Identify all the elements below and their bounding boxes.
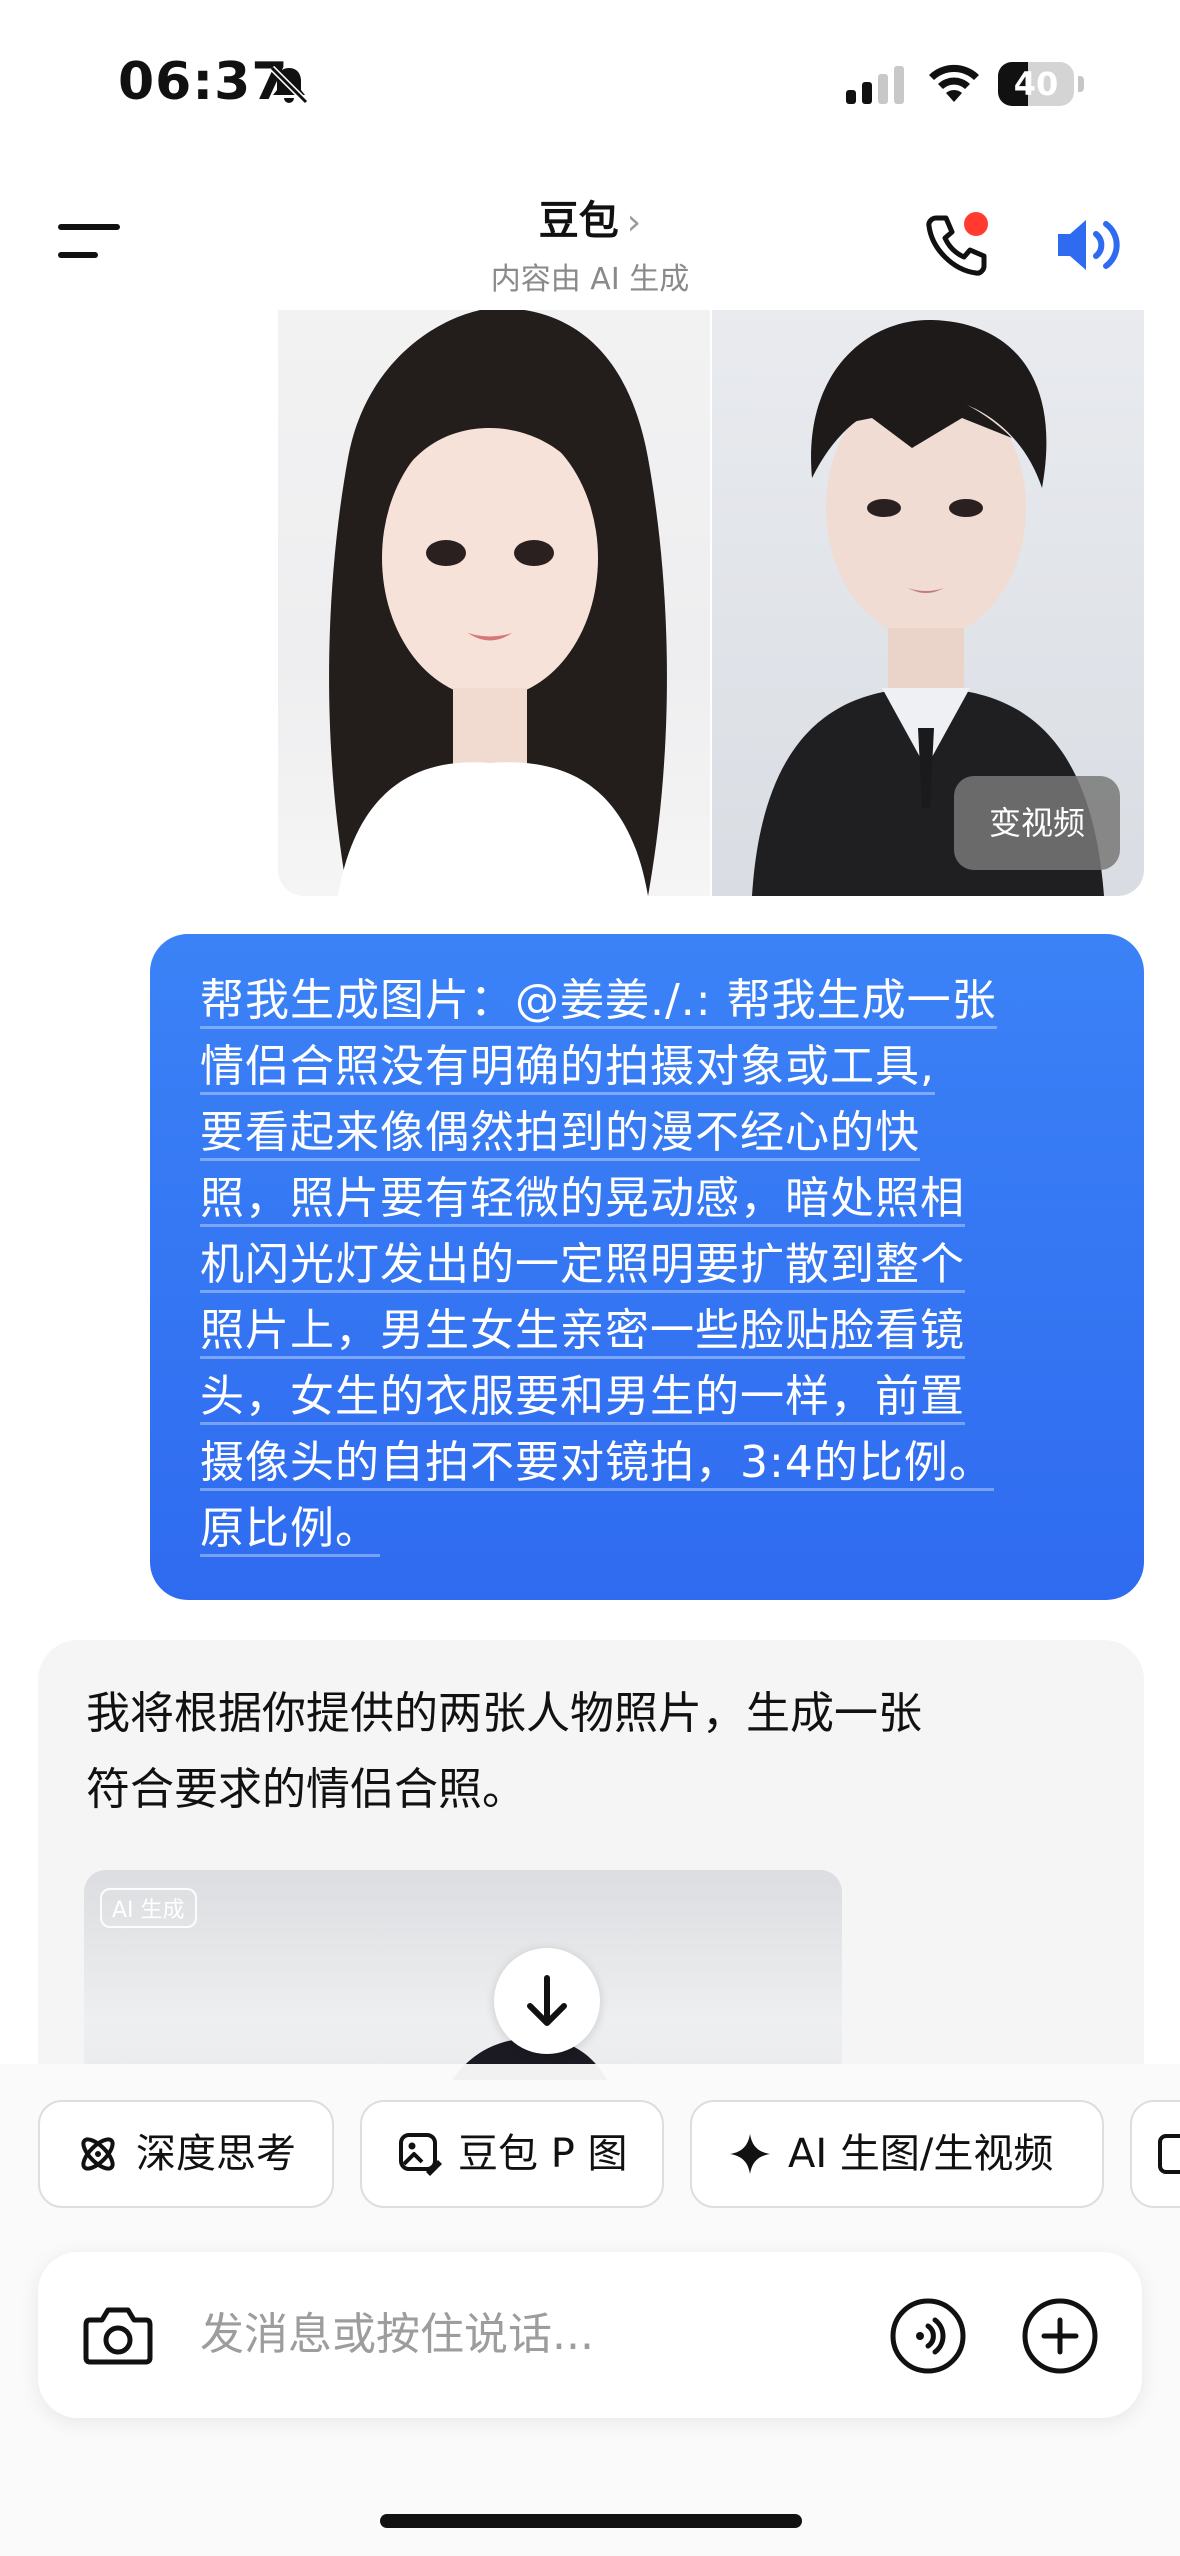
- battery-tip: [1078, 76, 1084, 92]
- chip-label: AI 生图/生视频: [788, 2131, 1054, 2177]
- status-bar: 06:37 40: [0, 0, 1180, 160]
- user-message-line: 机闪光灯发出的一定照明要扩散到整个: [200, 1239, 965, 1293]
- bell-muted-icon: [269, 65, 309, 105]
- chat-title-wrap[interactable]: 豆包 ›: [0, 188, 1180, 246]
- message-input-bar[interactable]: 发消息或按住说话...: [38, 2252, 1142, 2418]
- chip-label: 豆包 P 图: [458, 2131, 628, 2177]
- chip-doubao-p-image[interactable]: 豆包 P 图: [360, 2100, 664, 2208]
- user-message-bubble[interactable]: 帮我生成图片：@姜姜./.: 帮我生成一张 情侣合照没有明确的拍摄对象或工具, …: [150, 934, 1144, 1600]
- message-input[interactable]: 发消息或按住说话...: [200, 2252, 594, 2418]
- user-message-line: 帮我生成图片：@姜姜./.: 帮我生成一张: [200, 975, 997, 1029]
- user-message-line: 头，女生的衣服要和男生的一样，前置: [200, 1371, 965, 1425]
- battery-indicator: 40: [998, 62, 1074, 106]
- chat-title[interactable]: 豆包: [539, 198, 619, 244]
- image-edit-icon: [399, 2133, 442, 2176]
- plus-icon[interactable]: [1020, 2296, 1100, 2376]
- voice-wave-icon[interactable]: [888, 2296, 968, 2376]
- cellular-signal-icon: [846, 66, 904, 104]
- atom-icon: [81, 2137, 115, 2171]
- wifi-icon: [929, 64, 979, 102]
- chip-ai-image-video[interactable]: AI 生图/生视频: [690, 2100, 1104, 2208]
- battery-percent: 40: [1013, 65, 1059, 103]
- ai-message-line: 符合要求的情侣合照。: [86, 1764, 526, 1815]
- user-message-line: 摄像头的自拍不要对镜拍，3:4的比例。: [200, 1437, 994, 1491]
- chip-label: 深度思考: [136, 2131, 296, 2177]
- speaker-icon[interactable]: [1052, 210, 1128, 280]
- ai-content-notice: 内容由 AI 生成: [490, 262, 690, 297]
- camera-icon[interactable]: [82, 2300, 154, 2370]
- home-indicator: [380, 2514, 802, 2528]
- user-message-line: 情侣合照没有明确的拍摄对象或工具,: [200, 1041, 935, 1095]
- download-button[interactable]: [494, 1948, 600, 2054]
- ai-message-text: 我将根据你提供的两张人物照片，生成一张 符合要求的情侣合照。: [86, 1676, 1086, 1828]
- generated-image[interactable]: AI 生成: [84, 1870, 842, 2080]
- chip-deep-think[interactable]: 深度思考: [38, 2100, 334, 2208]
- chip-more[interactable]: [1130, 2100, 1180, 2208]
- user-message-line: 照片上，男生女生亲密一些脸贴脸看镜: [200, 1305, 965, 1359]
- call-notification-dot: [964, 212, 988, 236]
- to-video-button[interactable]: 变视频: [954, 776, 1120, 870]
- sparkle-icon: [730, 2134, 770, 2174]
- arrow-down-icon: [527, 1975, 567, 2026]
- square-icon: [1158, 2134, 1180, 2174]
- ai-message-line: 我将根据你提供的两张人物照片，生成一张: [86, 1688, 922, 1739]
- chat-header: 豆包 › 内容由 AI 生成: [0, 170, 1180, 310]
- user-message-line: 原比例。: [200, 1503, 380, 1557]
- user-message-line: 照，照片要有轻微的晃动感，暗处照相: [200, 1173, 965, 1227]
- reference-photo-woman[interactable]: [278, 308, 710, 896]
- chevron-right-icon: ›: [626, 202, 642, 243]
- user-message-line: 要看起来像偶然拍到的漫不经心的快: [200, 1107, 920, 1161]
- bottom-panel: 深度思考 豆包 P 图 AI 生图/生视频 发消息或按住说话...: [0, 2064, 1180, 2556]
- user-message-text: 帮我生成图片：@姜姜./.: 帮我生成一张 情侣合照没有明确的拍摄对象或工具, …: [200, 968, 1094, 1562]
- status-time: 06:37: [118, 52, 289, 112]
